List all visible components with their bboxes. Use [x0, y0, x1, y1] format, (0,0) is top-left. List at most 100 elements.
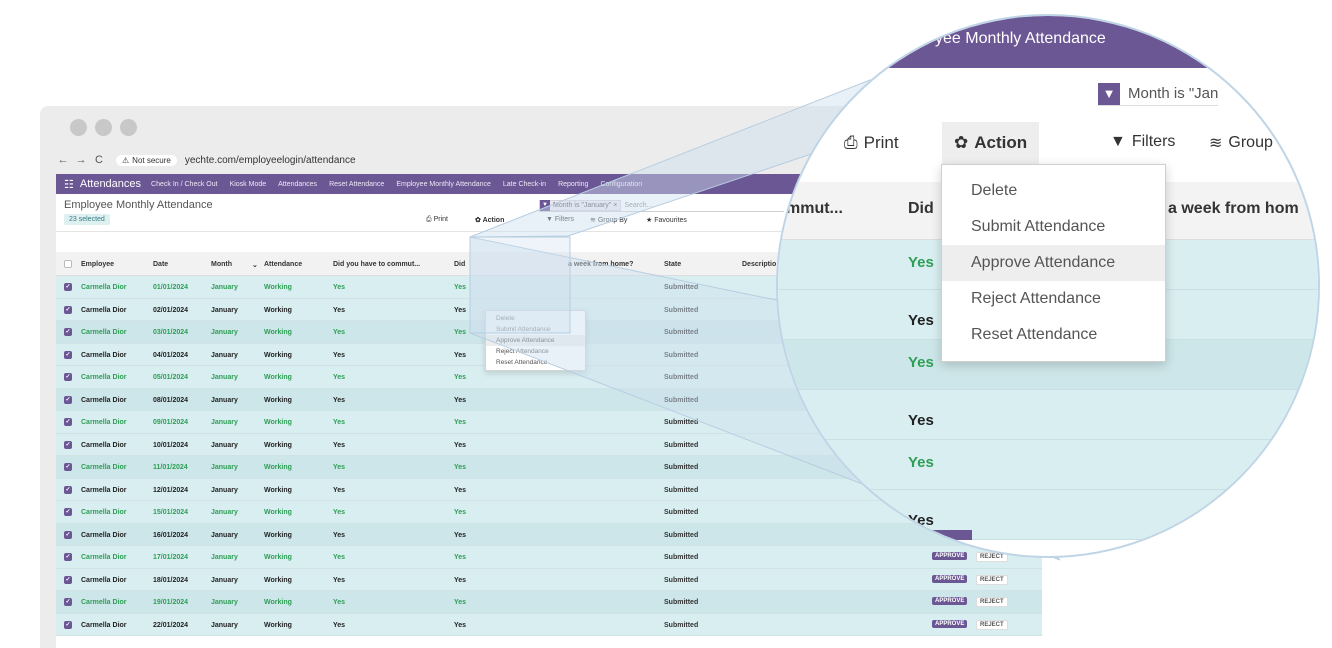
menu-item-approve-attendance[interactable]: Approve Attendance: [486, 335, 585, 346]
zoom-filter-chip[interactable]: ▼ Month is "Jan: [1098, 82, 1219, 106]
menu-reset-attendance[interactable]: Reset Attendance: [329, 181, 384, 188]
minimize-window-button[interactable]: [95, 119, 112, 136]
row-checkbox[interactable]: ✓: [64, 373, 72, 381]
action-button[interactable]: ✿ Action: [475, 216, 504, 224]
favourites-button[interactable]: ★ Favourites: [646, 216, 687, 224]
cell-date: 17/01/2024: [153, 554, 189, 561]
remove-filter-icon[interactable]: ×: [611, 202, 617, 209]
menu-item-reject-attendance[interactable]: Reject Attendance: [486, 346, 585, 357]
select-all-checkbox[interactable]: [64, 260, 72, 268]
forward-icon[interactable]: →: [74, 154, 88, 166]
approve-button[interactable]: APPROVE: [932, 597, 968, 605]
menu-check-in-out[interactable]: Check In / Check Out: [151, 181, 218, 188]
row-checkbox[interactable]: ✓: [64, 620, 72, 629]
security-indicator[interactable]: ⚠ Not secure: [116, 154, 177, 166]
col-did[interactable]: Did: [454, 261, 465, 268]
row-checkbox[interactable]: ✓: [64, 328, 72, 336]
menu-attendances[interactable]: Attendances: [278, 181, 317, 188]
row-checkbox[interactable]: ✓: [64, 463, 72, 471]
row-checkbox[interactable]: ✓: [64, 283, 72, 291]
col-state[interactable]: State: [664, 261, 681, 268]
filters-button[interactable]: ▼ Filters: [546, 216, 574, 223]
menu-reporting[interactable]: Reporting: [558, 181, 588, 188]
zoom-menu-submit-attendance[interactable]: Submit Attendance: [942, 209, 1165, 245]
row-checkbox[interactable]: ✓: [64, 508, 72, 516]
zoom-action-button[interactable]: ✿ Action: [942, 122, 1040, 164]
cell-date: 11/01/2024: [153, 464, 188, 471]
col-employee[interactable]: Employee: [81, 261, 114, 268]
cell-attendance: Working: [264, 419, 292, 426]
reload-icon[interactable]: C: [92, 154, 106, 166]
back-icon[interactable]: ←: [56, 154, 70, 166]
zoom-menu-reset-attendance[interactable]: Reset Attendance: [942, 317, 1165, 353]
col-work-from-home[interactable]: a week from home?: [568, 261, 633, 268]
zoom-filters-button[interactable]: ▼ Filters: [1110, 133, 1175, 151]
reject-button[interactable]: REJECT: [976, 574, 1008, 585]
row-checkbox[interactable]: ✓: [64, 440, 72, 449]
menu-item-reset-attendance[interactable]: Reset Attendance: [486, 357, 585, 368]
cell-employee: Carmella Dior: [81, 531, 127, 539]
row-checkbox[interactable]: ✓: [64, 530, 72, 539]
menu-item-submit-attendance[interactable]: Submit Attendance: [486, 324, 585, 335]
zoom-group-button[interactable]: ≋ Group: [1209, 133, 1273, 153]
row-checkbox[interactable]: ✓: [64, 305, 72, 314]
approve-button[interactable]: APPROVE: [932, 619, 968, 628]
search-bar[interactable]: ▼ Month is "January" × Search...: [539, 199, 784, 212]
row-checkbox[interactable]: ✓: [64, 575, 72, 584]
url-field[interactable]: yechte.com/employeelogin/attendance: [185, 155, 356, 166]
group-by-button[interactable]: ≋ Group By: [590, 216, 627, 224]
maximize-window-button[interactable]: [120, 119, 137, 136]
menu-kiosk-mode[interactable]: Kiosk Mode: [230, 181, 267, 188]
zoom-print-button[interactable]: ⎙ Print: [844, 133, 899, 153]
close-window-button[interactable]: [70, 119, 87, 136]
col-attendance[interactable]: Attendance: [264, 261, 302, 268]
cell-did: Yes: [454, 464, 467, 471]
reject-button[interactable]: REJECT: [976, 597, 1008, 607]
filter-chip[interactable]: ▼ Month is "January" ×: [539, 199, 622, 211]
col-commute[interactable]: Did you have to commut...: [333, 261, 420, 268]
menu-late-check-in[interactable]: Late Check-in: [503, 181, 546, 188]
cell-month: January: [211, 396, 238, 404]
selected-count-badge[interactable]: 23 selected: [64, 214, 110, 225]
print-button[interactable]: ⎙ Print: [426, 216, 448, 224]
col-month[interactable]: Month: [211, 261, 232, 268]
zoom-cell-did: Yes: [908, 412, 934, 429]
zoom-menu-reject-attendance[interactable]: Reject Attendance: [942, 281, 1165, 317]
zoom-filter-text: Month is "Jan: [1128, 85, 1219, 102]
app-brand[interactable]: Attendances: [80, 178, 141, 190]
approve-button[interactable]: APPROVE: [932, 574, 968, 583]
menu-employee-monthly-attendance[interactable]: Employee Monthly Attendance: [396, 181, 491, 188]
cell-date: 10/01/2024: [153, 441, 189, 449]
cell-state: Submitted: [664, 396, 699, 404]
table-row[interactable]: ✓ Carmella Dior 22/01/2024 January Working Ye…: [56, 613, 1042, 636]
zoom-table-row: [778, 390, 1318, 440]
cell-did: Yes: [454, 329, 467, 336]
search-input[interactable]: Search...: [624, 202, 652, 209]
reject-button[interactable]: REJECT: [976, 619, 1008, 630]
row-checkbox[interactable]: ✓: [64, 350, 72, 359]
col-description[interactable]: Descriptio: [742, 261, 776, 268]
apps-grid-icon[interactable]: ☷: [64, 178, 74, 191]
row-checkbox[interactable]: ✓: [64, 485, 72, 494]
cell-state: Submitted: [664, 599, 699, 606]
cell-attendance: Working: [264, 329, 292, 336]
cell-date: 05/01/2024: [153, 374, 189, 381]
zoom-menu-approve-attendance[interactable]: Approve Attendance: [942, 245, 1165, 281]
cell-commute: Yes: [333, 621, 346, 629]
page-title: Employee Monthly Attendance: [64, 199, 213, 211]
table-row[interactable]: ✓ Carmella Dior 18/01/2024 January Working Ye…: [56, 568, 1042, 591]
row-checkbox[interactable]: ✓: [64, 418, 72, 426]
row-checkbox[interactable]: ✓: [64, 598, 72, 606]
menu-configuration[interactable]: Configuration: [600, 181, 642, 188]
table-row[interactable]: ✓ Carmella Dior 19/01/2024 January Working Ye…: [56, 591, 1042, 614]
sort-chevron-icon[interactable]: ⌄: [252, 261, 258, 269]
row-checkbox[interactable]: ✓: [64, 553, 72, 561]
layers-icon: ≋: [590, 217, 596, 224]
cell-date: 22/01/2024: [153, 621, 189, 629]
cell-date: 12/01/2024: [153, 486, 189, 494]
zoom-menu-delete[interactable]: Delete: [942, 173, 1165, 209]
menu-item-delete[interactable]: Delete: [486, 313, 585, 324]
col-date[interactable]: Date: [153, 261, 168, 268]
row-checkbox[interactable]: ✓: [64, 395, 72, 404]
cell-state: Submitted: [664, 351, 699, 359]
